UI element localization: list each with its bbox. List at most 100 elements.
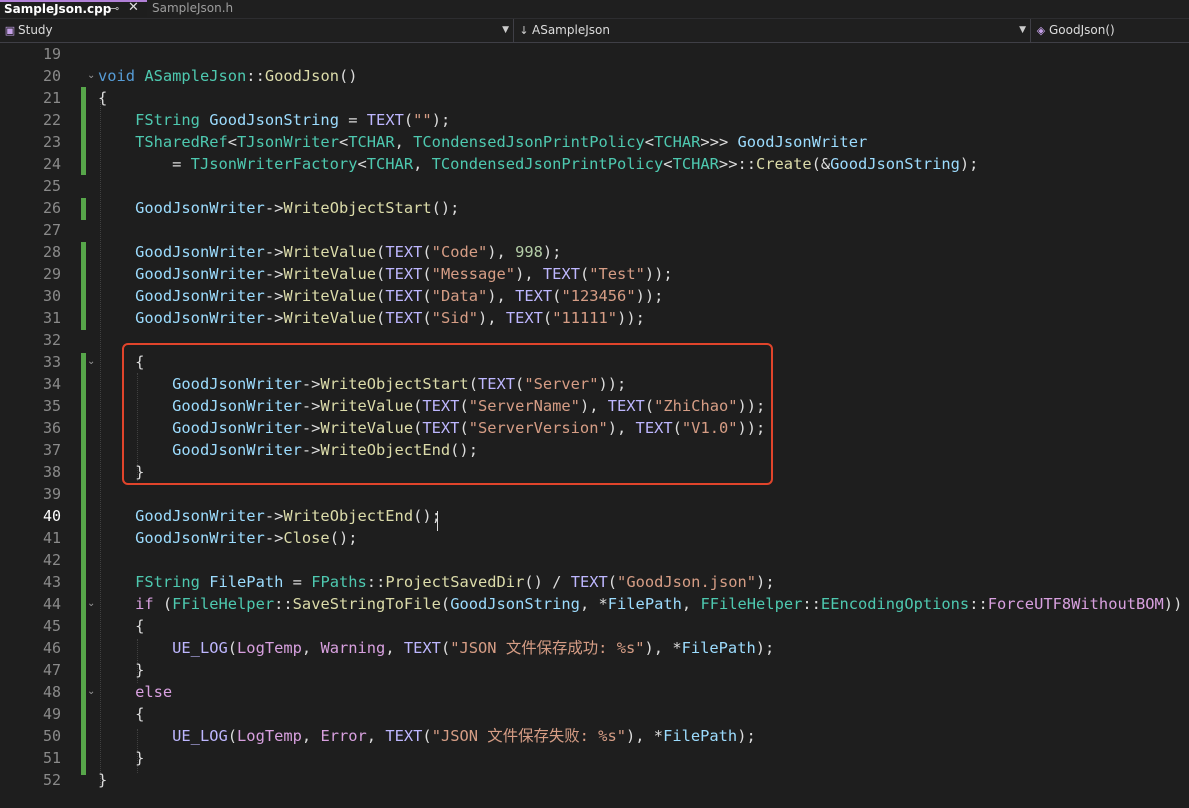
project-dropdown[interactable]: ▣ Study ▼ xyxy=(0,19,514,42)
text-cursor xyxy=(437,511,438,531)
project-icon: ▣ xyxy=(4,24,16,37)
line-number: 23 xyxy=(42,133,61,151)
code-line[interactable]: 39 xyxy=(0,483,1189,505)
code-line[interactable]: 44 if (FFileHelper::SaveStringToFile(Goo… xyxy=(0,593,1189,615)
fold-chevron-icon[interactable]: ⌄ xyxy=(87,351,95,373)
pin-icon[interactable]: ⊸ xyxy=(110,2,119,16)
code-text[interactable]: GoodJsonWriter->WriteValue(TEXT("Sid"), … xyxy=(98,307,645,329)
code-text[interactable]: else xyxy=(98,681,172,703)
document-tab-bar: SampleJson.cpp ⊸ ✕ SampleJson.h xyxy=(0,0,1189,19)
line-number: 22 xyxy=(42,111,61,129)
code-line[interactable]: 48 else ⌄ xyxy=(0,681,1189,703)
code-text[interactable]: GoodJsonWriter->WriteObjectStart(); xyxy=(98,197,459,219)
line-number: 25 xyxy=(42,177,61,195)
line-number: 45 xyxy=(42,617,61,635)
line-number: 43 xyxy=(42,573,61,591)
tab-samplejson-h[interactable]: SampleJson.h xyxy=(148,0,258,17)
class-label: ASampleJson xyxy=(532,23,610,37)
line-number: 49 xyxy=(42,705,61,723)
line-number: 46 xyxy=(42,639,61,657)
code-editor[interactable]: 19 20 void ASampleJson::GoodJson() ⌄ 21{22 F… xyxy=(0,43,1189,808)
line-number: 36 xyxy=(42,419,61,437)
code-line[interactable]: 24 = TJsonWriterFactory<TCHAR, TCondense… xyxy=(0,153,1189,175)
code-line[interactable]: 22 FString GoodJsonString = TEXT(""); xyxy=(0,109,1189,131)
fold-chevron-icon[interactable]: ⌄ xyxy=(87,681,95,703)
line-number: 29 xyxy=(42,265,61,283)
code-text[interactable]: FString FilePath = FPaths::ProjectSavedD… xyxy=(98,571,775,593)
code-text[interactable]: { xyxy=(98,703,144,725)
line-number: 42 xyxy=(42,551,61,569)
code-line[interactable]: 42 xyxy=(0,549,1189,571)
line-number: 32 xyxy=(42,331,61,349)
tab-samplejson-cpp[interactable]: SampleJson.cpp ⊸ ✕ xyxy=(0,0,147,17)
code-line[interactable]: 46 UE_LOG(LogTemp, Warning, TEXT("JSON 文… xyxy=(0,637,1189,659)
code-text[interactable]: { xyxy=(98,87,107,109)
line-number: 44 xyxy=(42,595,61,613)
code-text[interactable]: { xyxy=(98,615,144,637)
line-number: 19 xyxy=(42,45,61,63)
code-text[interactable]: UE_LOG(LogTemp, Warning, TEXT("JSON 文件保存… xyxy=(98,637,774,659)
fold-chevron-icon[interactable]: ⌄ xyxy=(87,65,95,87)
code-text[interactable]: TSharedRef<TJsonWriter<TCHAR, TCondensed… xyxy=(98,131,867,153)
code-line[interactable]: 21 { xyxy=(0,87,1189,109)
navigation-bar: ▣ Study ▼ ↓ ASampleJson ▼ ◈ GoodJson() xyxy=(0,19,1189,43)
code-line[interactable]: 49 { xyxy=(0,703,1189,725)
line-number: 31 xyxy=(42,309,61,327)
code-line[interactable]: 30 GoodJsonWriter->WriteValue(TEXT("Data… xyxy=(0,285,1189,307)
code-line[interactable]: 29 GoodJsonWriter->WriteValue(TEXT("Mess… xyxy=(0,263,1189,285)
code-text[interactable]: UE_LOG(LogTemp, Error, TEXT("JSON 文件保存失败… xyxy=(98,725,756,747)
code-line[interactable]: 23 TSharedRef<TJsonWriter<TCHAR, TConden… xyxy=(0,131,1189,153)
code-line[interactable]: 20 void ASampleJson::GoodJson() ⌄ xyxy=(0,65,1189,87)
method-icon: ◈ xyxy=(1036,24,1046,37)
code-line[interactable]: 19 xyxy=(0,43,1189,65)
code-line[interactable]: 43 FString FilePath = FPaths::ProjectSav… xyxy=(0,571,1189,593)
code-line[interactable]: 40 GoodJsonWriter->WriteObjectEnd(); xyxy=(0,505,1189,527)
code-text[interactable]: FString GoodJsonString = TEXT(""); xyxy=(98,109,450,131)
tab-label: SampleJson.h xyxy=(152,1,234,15)
code-text[interactable]: = TJsonWriterFactory<TCHAR, TCondensedJs… xyxy=(98,153,978,175)
code-text[interactable]: GoodJsonWriter->WriteObjectEnd(); xyxy=(98,505,441,527)
line-number: 27 xyxy=(42,221,61,239)
code-text[interactable]: GoodJsonWriter->WriteValue(TEXT("Message… xyxy=(98,263,673,285)
code-line[interactable]: 28 GoodJsonWriter->WriteValue(TEXT("Code… xyxy=(0,241,1189,263)
line-number: 51 xyxy=(42,749,61,767)
method-dropdown[interactable]: ◈ GoodJson() xyxy=(1031,19,1189,42)
code-line[interactable]: 52} xyxy=(0,769,1189,791)
code-line[interactable]: 41 GoodJsonWriter->Close(); xyxy=(0,527,1189,549)
line-number: 37 xyxy=(42,441,61,459)
fold-chevron-icon[interactable]: ⌄ xyxy=(87,593,95,615)
code-line[interactable]: 51 } xyxy=(0,747,1189,769)
class-dropdown[interactable]: ↓ ASampleJson ▼ xyxy=(514,19,1031,42)
code-text[interactable]: GoodJsonWriter->WriteValue(TEXT("Code"),… xyxy=(98,241,561,263)
line-number: 24 xyxy=(42,155,61,173)
line-number: 38 xyxy=(42,463,61,481)
highlight-box xyxy=(122,343,773,485)
chevron-down-icon[interactable]: ▼ xyxy=(502,19,509,42)
code-text[interactable]: void ASampleJson::GoodJson() xyxy=(98,65,358,87)
code-line[interactable]: 25 xyxy=(0,175,1189,197)
line-number: 50 xyxy=(42,727,61,745)
code-text[interactable]: GoodJsonWriter->WriteValue(TEXT("Data"),… xyxy=(98,285,663,307)
line-number: 47 xyxy=(42,661,61,679)
line-number: 35 xyxy=(42,397,61,415)
line-number: 26 xyxy=(42,199,61,217)
code-text[interactable]: } xyxy=(98,747,144,769)
close-icon[interactable]: ✕ xyxy=(128,1,139,15)
line-number: 21 xyxy=(42,89,61,107)
line-number: 20 xyxy=(42,67,61,85)
code-line[interactable]: 50 UE_LOG(LogTemp, Error, TEXT("JSON 文件保… xyxy=(0,725,1189,747)
line-number: 33 xyxy=(42,353,61,371)
code-line[interactable]: 26 GoodJsonWriter->WriteObjectStart(); xyxy=(0,197,1189,219)
method-label: GoodJson() xyxy=(1049,23,1115,37)
code-line[interactable]: 45 { xyxy=(0,615,1189,637)
code-line[interactable]: 31 GoodJsonWriter->WriteValue(TEXT("Sid"… xyxy=(0,307,1189,329)
code-text[interactable]: GoodJsonWriter->Close(); xyxy=(98,527,357,549)
chevron-down-icon[interactable]: ▼ xyxy=(1019,19,1026,42)
code-text[interactable]: } xyxy=(98,769,107,791)
class-icon: ↓ xyxy=(519,24,529,37)
code-line[interactable]: 47 } xyxy=(0,659,1189,681)
line-number: 28 xyxy=(42,243,61,261)
code-text[interactable]: if (FFileHelper::SaveStringToFile(GoodJs… xyxy=(98,593,1182,615)
code-line[interactable]: 27 xyxy=(0,219,1189,241)
code-text[interactable]: } xyxy=(98,659,144,681)
